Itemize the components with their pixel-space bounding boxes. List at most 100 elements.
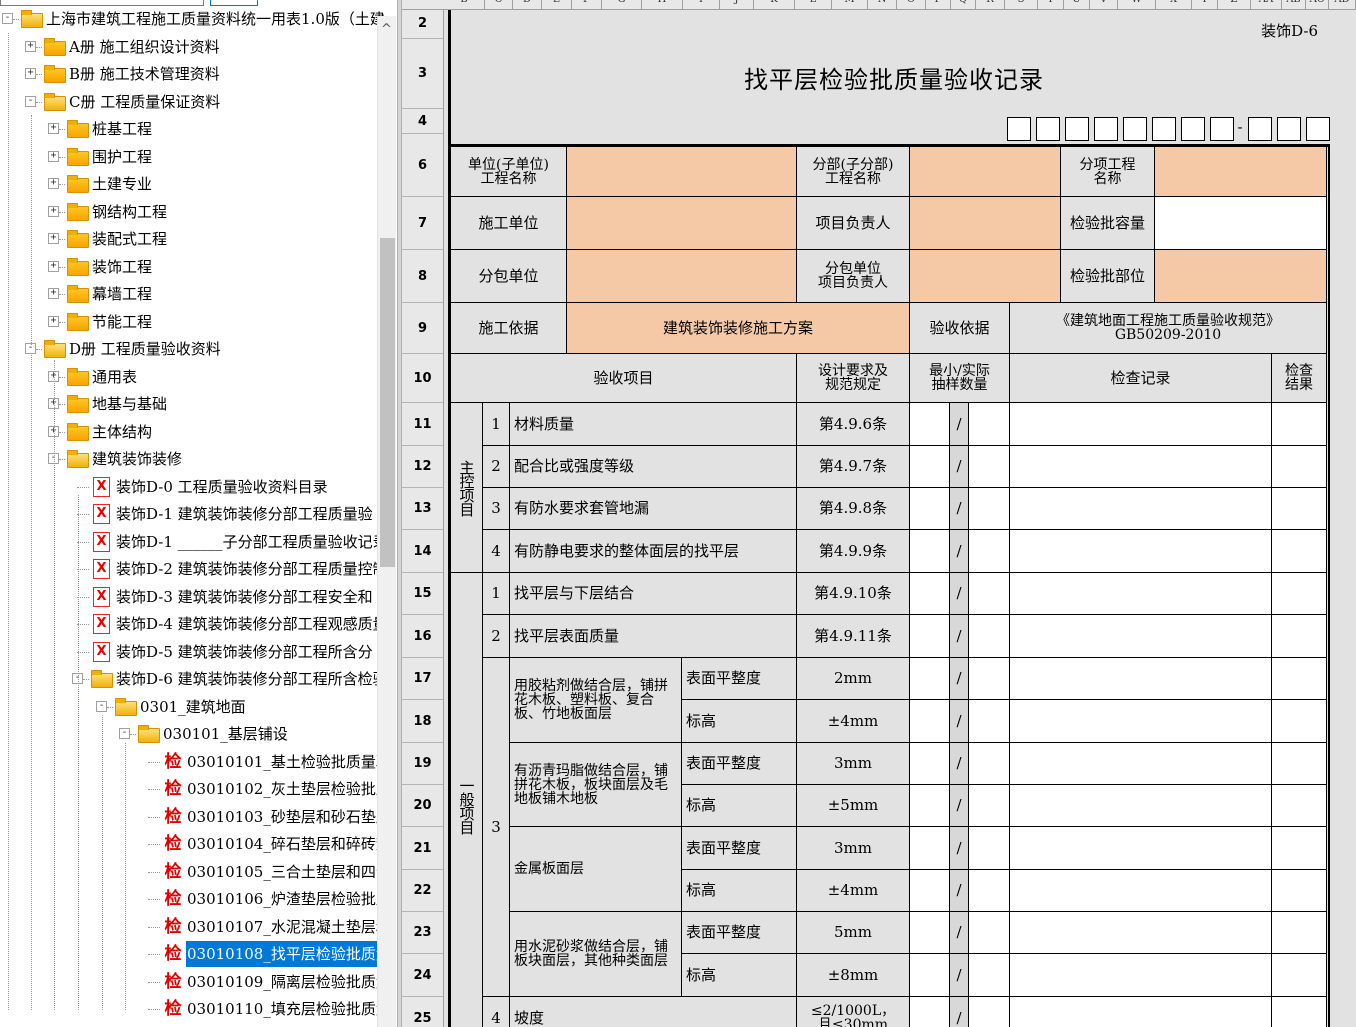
serial-box[interactable] xyxy=(1181,117,1205,141)
row-header-cell[interactable]: 13 xyxy=(402,488,443,530)
project-manager-input[interactable] xyxy=(910,197,1061,250)
row-header-cell[interactable]: 3 xyxy=(402,39,443,109)
column-header-cell[interactable]: C xyxy=(485,0,513,10)
tree-node[interactable]: X 装饰D-1 ______子分部工程质量验收记录 xyxy=(0,529,388,555)
check-result-input[interactable] xyxy=(1272,658,1327,700)
check-record-input[interactable] xyxy=(1010,954,1272,997)
column-header-cell[interactable]: G xyxy=(602,0,642,10)
sample-min-input[interactable] xyxy=(910,700,950,743)
tree-node-label[interactable]: 通用表 xyxy=(91,364,138,390)
tree-node[interactable]: 检 03010105_三合土垫层和四合 xyxy=(0,859,391,885)
tree-node[interactable]: + 装配式工程 xyxy=(0,226,376,252)
row-header-cell[interactable]: 19 xyxy=(402,743,443,785)
check-result-input[interactable] xyxy=(1272,954,1327,997)
sample-min-input[interactable] xyxy=(910,403,950,446)
sample-actual-input[interactable] xyxy=(969,658,1010,700)
check-record-input[interactable] xyxy=(1010,446,1272,488)
check-result-input[interactable] xyxy=(1272,403,1327,446)
construction-basis-value[interactable]: 建筑装饰装修施工方案 xyxy=(567,303,910,354)
serial-number-boxes[interactable]: - xyxy=(1002,117,1330,141)
tree-node[interactable]: - 030101_基层铺设 xyxy=(0,721,376,747)
tree-node-label[interactable]: 03010108_找平层检验批质量 xyxy=(186,941,392,967)
column-header-cell[interactable]: AB xyxy=(1282,0,1306,10)
check-result-input[interactable] xyxy=(1272,870,1327,912)
scroll-up-icon[interactable]: ^ xyxy=(381,22,392,37)
tree-node-label[interactable]: 03010102_灰土垫层检验批质 xyxy=(186,776,392,802)
column-header-cell[interactable]: AA xyxy=(1251,0,1282,10)
tree-node[interactable]: + 幕墙工程 xyxy=(0,281,376,307)
tree-node-label[interactable]: 地基与基础 xyxy=(91,391,168,417)
row-header-cell[interactable]: 20 xyxy=(402,785,443,827)
column-header-cell[interactable]: R xyxy=(976,0,1005,10)
row-header-cell[interactable]: 17 xyxy=(402,658,443,700)
check-record-input[interactable] xyxy=(1010,700,1272,743)
row-header-cell[interactable]: 22 xyxy=(402,870,443,912)
check-record-input[interactable] xyxy=(1010,827,1272,870)
serial-box[interactable] xyxy=(1306,117,1330,141)
serial-box[interactable] xyxy=(1036,117,1060,141)
expand-icon[interactable]: + xyxy=(48,260,59,272)
column-header-cell[interactable]: X xyxy=(1156,0,1192,10)
tree-root[interactable]: - 上海市建筑工程施工质量资料统一用表1.0版（土建 xyxy=(0,6,385,32)
expand-icon[interactable]: + xyxy=(48,178,59,189)
tree-node-label[interactable]: 装饰D-6 建筑装饰装修分部工程所含检验 xyxy=(115,666,389,692)
column-header-cell[interactable]: W xyxy=(1118,0,1156,10)
tree-node-label[interactable]: 03010106_炉渣垫层检验批质 xyxy=(186,886,392,912)
tree-node-label[interactable]: 土建专业 xyxy=(91,171,153,197)
tree-node[interactable]: + 装饰工程 xyxy=(0,254,376,280)
column-header-cell[interactable]: D xyxy=(513,0,542,10)
tree-node-label[interactable]: 桩基工程 xyxy=(91,116,153,142)
sample-actual-input[interactable] xyxy=(969,827,1010,870)
row-header-cell[interactable]: 7 xyxy=(402,197,443,250)
column-header-cell[interactable]: P xyxy=(926,0,951,10)
tree-node-label[interactable]: 装饰D-3 建筑装饰装修分部工程安全和 xyxy=(115,584,374,610)
column-header-cell[interactable]: H xyxy=(642,0,683,10)
check-result-input[interactable] xyxy=(1272,785,1327,827)
sample-actual-input[interactable] xyxy=(969,700,1010,743)
sample-min-input[interactable] xyxy=(910,870,950,912)
column-header-cell[interactable]: K xyxy=(754,0,795,10)
tree-node-label[interactable]: C册 工程质量保证资料 xyxy=(68,89,221,115)
check-result-input[interactable] xyxy=(1272,743,1327,785)
expand-icon[interactable]: + xyxy=(48,288,59,299)
tree-node-label[interactable]: 030101_基层铺设 xyxy=(162,721,289,747)
tree-node-label[interactable]: 装饰D-4 建筑装饰装修分部工程观感质量 xyxy=(115,611,389,637)
tree-node[interactable]: X 装饰D-0 工程质量验收资料目录 xyxy=(0,474,376,500)
tree-node[interactable]: 检 03010106_炉渣垫层检验批质 xyxy=(0,886,391,912)
check-record-input[interactable] xyxy=(1010,870,1272,912)
tree-node-label[interactable]: 主体结构 xyxy=(91,419,153,445)
tree-node-label[interactable]: 装饰D-1 ______子分部工程质量验收记录 xyxy=(115,529,389,555)
sample-min-input[interactable] xyxy=(910,446,950,488)
column-header-cell[interactable]: S xyxy=(1005,0,1038,10)
check-result-input[interactable] xyxy=(1272,573,1327,615)
tree-node[interactable]: + 钢结构工程 xyxy=(0,199,376,225)
tree-node-label[interactable]: B册 施工技术管理资料 xyxy=(68,61,221,87)
tree-node[interactable]: 检 03010107_水泥混凝土垫层和 xyxy=(0,914,391,940)
expand-icon[interactable]: + xyxy=(25,68,36,79)
column-header-cell[interactable]: V xyxy=(1090,0,1118,10)
serial-box[interactable] xyxy=(1007,117,1031,141)
collapse-icon[interactable]: - xyxy=(119,728,130,739)
serial-box[interactable] xyxy=(1248,117,1272,141)
tree-node[interactable]: X 装饰D-2 建筑装饰装修分部工程质量控制 xyxy=(0,556,388,582)
row-header-cell[interactable]: 9 xyxy=(402,303,443,354)
tree-node[interactable]: + 土建专业 xyxy=(0,171,376,197)
tree-node[interactable]: - 装饰D-6 建筑装饰装修分部工程所含检验 xyxy=(0,666,388,692)
check-record-input[interactable] xyxy=(1010,530,1272,573)
serial-box[interactable] xyxy=(1152,117,1176,141)
row-header-cell[interactable]: 6 xyxy=(402,134,443,197)
sample-actual-input[interactable] xyxy=(969,954,1010,997)
check-record-input[interactable] xyxy=(1010,912,1272,954)
column-header-cell[interactable]: I xyxy=(683,0,720,10)
batch-capacity-input[interactable] xyxy=(1155,197,1327,250)
expand-icon[interactable]: + xyxy=(48,315,59,327)
tree-node[interactable]: 检 03010108_找平层检验批质量 xyxy=(0,941,392,967)
unit-name-input[interactable] xyxy=(567,147,797,197)
tree-node[interactable]: + 地基与基础 xyxy=(0,391,376,417)
sample-min-input[interactable] xyxy=(910,615,950,658)
expand-icon[interactable]: + xyxy=(25,40,36,52)
sample-min-input[interactable] xyxy=(910,954,950,997)
collapse-icon[interactable]: - xyxy=(96,700,107,712)
sample-actual-input[interactable] xyxy=(969,403,1010,446)
column-header-cell[interactable]: T xyxy=(1038,0,1064,10)
